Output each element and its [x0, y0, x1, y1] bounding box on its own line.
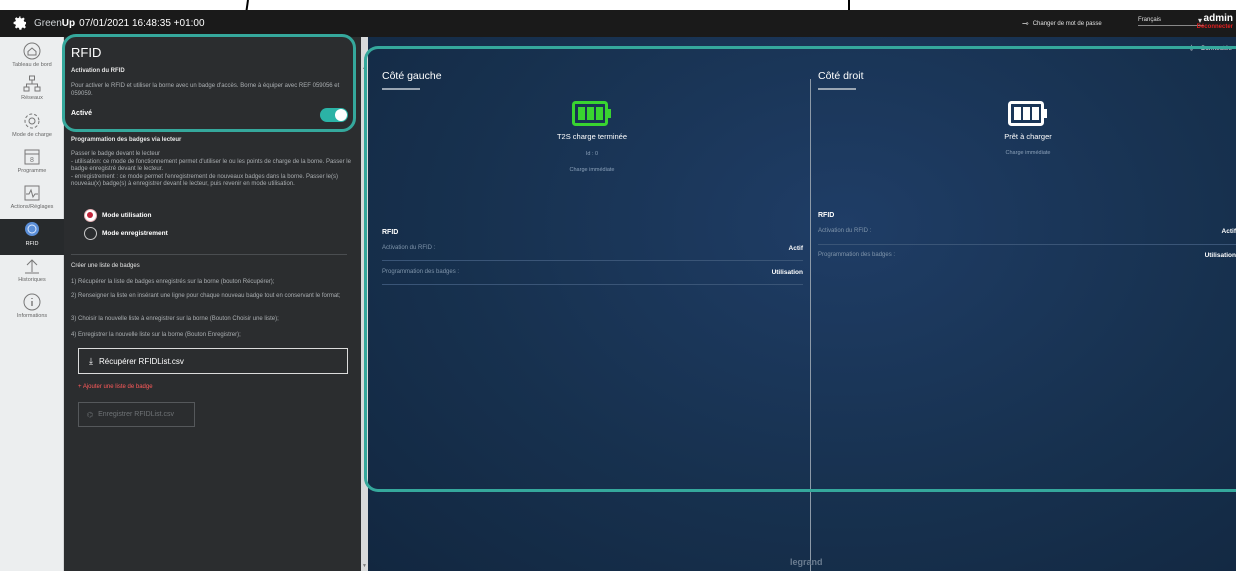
rfid-icon: [25, 222, 39, 236]
badge-programming-heading: Programmation des badges via lecteur: [71, 137, 182, 143]
upload-icon: [25, 259, 39, 274]
mode-record-label: Mode enregistrement: [102, 230, 168, 237]
sidebar-item-label: Informations: [16, 313, 48, 319]
highlight-rfid-activation: [62, 34, 356, 132]
tag-icon: ⌬: [87, 411, 94, 419]
language-select[interactable]: Français ▾: [1138, 16, 1204, 26]
sidebar-item-label: Historiques: [18, 277, 46, 283]
sidebar-item-label: RFID: [25, 241, 39, 247]
home-icon: [23, 42, 41, 60]
sidebar-item-history[interactable]: Historiques: [0, 257, 64, 297]
sidebar-item-info[interactable]: Informations: [0, 293, 64, 333]
pulse-icon: [24, 185, 40, 201]
sidebar-item-label: Mode de charge: [12, 132, 52, 138]
language-value: Français: [1138, 17, 1162, 23]
mode-use-radio[interactable]: Mode utilisation: [84, 209, 151, 222]
calendar-icon: 8: [24, 149, 40, 165]
save-rfidlist-button[interactable]: ⌬ Enregistrer RFIDList.csv: [78, 402, 195, 427]
legrand-logo: legrand: [790, 557, 823, 567]
sidebar-item-charge-mode[interactable]: Mode de charge: [0, 112, 64, 152]
scroll-down-icon: ▼: [362, 563, 367, 569]
change-password-label: Changer de mot de passe: [1032, 20, 1102, 27]
download-rfidlist-button[interactable]: ⤓ Récupérer RFIDList.csv: [78, 348, 348, 374]
user-name: admin: [1203, 13, 1233, 24]
download-button-label: Récupérer RFIDList.csv: [98, 356, 184, 366]
sidebar-item-label: Réseaux: [21, 95, 43, 101]
info-icon: [23, 293, 41, 311]
add-badge-list-link[interactable]: + Ajouter une liste de badge: [78, 384, 153, 390]
key-icon: ⊸: [1022, 19, 1029, 28]
user-menu: admin Déconnecter: [1197, 13, 1233, 30]
download-icon: ⤓: [89, 355, 93, 366]
brand-green: Green: [34, 17, 62, 29]
step-3: 3) Choisir la nouvelle liste à enregistr…: [71, 316, 279, 322]
badge-programming-description: Passer le badge devant le lecteur - util…: [71, 151, 351, 188]
section-divider: [71, 254, 347, 255]
network-icon: [23, 75, 41, 92]
step-2: 2) Renseigner la liste en insérant une l…: [71, 293, 341, 299]
step-1: 1) Récupérer la liste de badges enregist…: [71, 279, 275, 285]
mode-use-label: Mode utilisation: [102, 212, 152, 219]
sidebar: Tableau de bord Réseaux Mode de charge 8…: [0, 37, 64, 571]
logout-link[interactable]: Déconnecter: [1197, 24, 1233, 30]
datetime: 07/01/2021 16:48:35 +01:00: [79, 17, 205, 29]
mode-record-radio[interactable]: Mode enregistrement: [84, 227, 168, 240]
sidebar-item-label: Tableau de bord: [12, 62, 52, 68]
sidebar-item-label: Programme: [17, 168, 47, 174]
list-heading: Créer une liste de badges: [71, 263, 140, 269]
sidebar-item-networks[interactable]: Réseaux: [0, 75, 64, 115]
sidebar-item-label: Actions/Réglages: [10, 204, 54, 210]
save-button-label: Enregistrer RFIDList.csv: [98, 411, 174, 418]
sidebar-item-actions[interactable]: Actions/Réglages: [0, 184, 64, 224]
radio-dot: [84, 209, 97, 222]
svg-text:8: 8: [30, 157, 34, 164]
gear-icon: [13, 16, 26, 30]
radio-dot: [84, 227, 97, 240]
sidebar-item-program[interactable]: 8 Programme: [0, 148, 64, 188]
app-root: Green Up 07/01/2021 16:48:35 +01:00 ⊸ Cha…: [0, 0, 1236, 571]
brand-up: Up: [61, 17, 76, 29]
top-bar: Green Up 07/01/2021 16:48:35 +01:00 ⊸ Cha…: [0, 10, 1236, 37]
sidebar-item-rfid[interactable]: RFID: [0, 219, 64, 255]
highlight-status-sides: [364, 46, 1236, 492]
brand[interactable]: Green Up 07/01/2021 16:48:35 +01:00: [12, 15, 205, 31]
change-password-link[interactable]: ⊸ Changer de mot de passe: [1022, 19, 1102, 28]
gear-icon: [24, 113, 40, 129]
step-4: 4) Enregistrer la nouvelle liste sur la …: [71, 332, 241, 338]
